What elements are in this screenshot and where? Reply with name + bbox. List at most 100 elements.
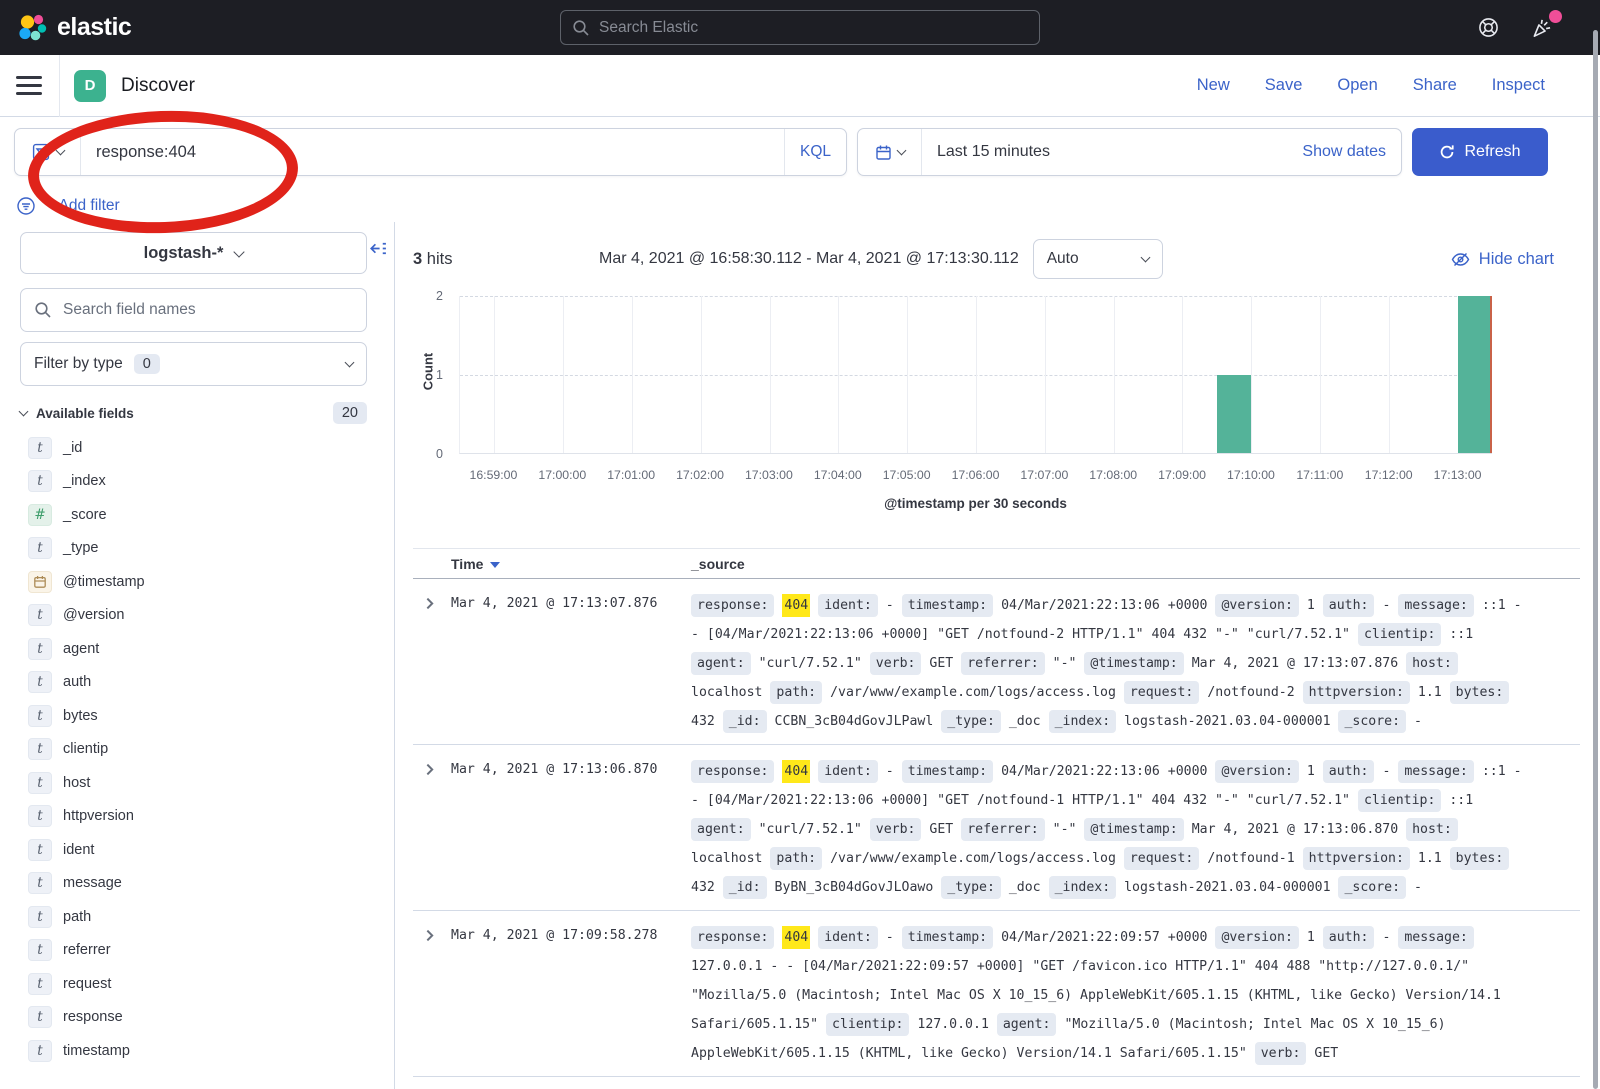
field-chip: _score:: [1338, 876, 1406, 899]
collapse-sidebar-icon[interactable]: [367, 238, 388, 264]
fields-sidebar: logstash-* Search field names Filter by …: [0, 222, 395, 1089]
field-value: -: [1382, 598, 1390, 613]
field-chip: request:: [1124, 681, 1200, 704]
field-name: httpversion: [63, 808, 134, 824]
field-search-input[interactable]: Search field names: [20, 288, 367, 332]
field-chip: response:: [691, 760, 774, 783]
hide-chart-link[interactable]: Hide chart: [1451, 250, 1554, 269]
calendar-field-icon: [28, 571, 52, 593]
field-item-host[interactable]: thost: [20, 766, 366, 800]
chart-bar[interactable]: [1217, 375, 1251, 454]
app-badge[interactable]: D: [74, 70, 106, 102]
elastic-logo[interactable]: elastic: [18, 13, 131, 43]
query-input[interactable]: response:404: [81, 129, 784, 175]
global-header: elastic Search Elastic: [0, 0, 1600, 55]
field-value: 04/Mar/2021:22:13:06 +0000: [1001, 764, 1207, 779]
nav-action-save[interactable]: Save: [1265, 76, 1303, 95]
field-chip: auth:: [1323, 926, 1375, 949]
eye-slash-icon: [1451, 250, 1470, 269]
v-gridline: [632, 296, 633, 453]
field-name: referrer: [63, 942, 111, 958]
field-item-message[interactable]: tmessage: [20, 867, 366, 901]
nav-action-open[interactable]: Open: [1337, 76, 1377, 95]
nav-action-new[interactable]: New: [1197, 76, 1230, 95]
field-name: bytes: [63, 708, 98, 724]
field-item-@timestamp[interactable]: @timestamp: [20, 565, 366, 599]
page-title: Discover: [121, 75, 195, 97]
expand-row-icon[interactable]: [413, 591, 451, 615]
field-item-@version[interactable]: t@version: [20, 599, 366, 633]
table-row: Mar 4, 2021 @ 17:13:07.876response: 404 …: [413, 579, 1580, 745]
interval-select[interactable]: Auto: [1033, 239, 1163, 279]
field-item-bytes[interactable]: tbytes: [20, 699, 366, 733]
field-item-path[interactable]: tpath: [20, 900, 366, 934]
text-field-icon: t: [28, 437, 52, 459]
filter-icon[interactable]: [16, 196, 36, 216]
refresh-button[interactable]: Refresh: [1412, 128, 1548, 176]
help-icon[interactable]: [1477, 16, 1500, 39]
available-fields-count: 20: [333, 402, 367, 424]
field-item-referrer[interactable]: treferrer: [20, 934, 366, 968]
expand-row-icon[interactable]: [413, 757, 451, 781]
field-value: 1: [1307, 598, 1315, 613]
field-item-_type[interactable]: t_type: [20, 532, 366, 566]
v-gridline: [976, 296, 977, 453]
search-icon: [572, 19, 590, 37]
field-chip: timestamp:: [902, 760, 993, 783]
field-value: "curl/7.52.1": [759, 656, 862, 671]
field-chip: timestamp:: [902, 594, 993, 617]
filter-bar: + Add filter: [0, 176, 1600, 220]
v-gridline: [770, 296, 771, 453]
date-picker-quick-menu[interactable]: [858, 129, 922, 175]
field-item-ident[interactable]: tident: [20, 833, 366, 867]
field-item-_id[interactable]: t _id: [20, 431, 366, 465]
add-filter-link[interactable]: + Add filter: [46, 197, 120, 215]
query-language-button[interactable]: KQL: [784, 129, 846, 175]
sort-desc-icon: [490, 562, 500, 568]
time-column-header[interactable]: Time: [451, 556, 691, 572]
field-value: 127.0.0.1: [917, 1017, 988, 1032]
filter-by-type-select[interactable]: Filter by type 0: [20, 342, 367, 386]
field-chip: agent:: [691, 652, 751, 675]
expand-row-icon[interactable]: [413, 923, 451, 947]
index-pattern-select[interactable]: logstash-*: [20, 232, 367, 274]
field-item-agent[interactable]: tagent: [20, 632, 366, 666]
row-timestamp: Mar 4, 2021 @ 17:13:07.876: [451, 591, 691, 611]
field-item-response[interactable]: tresponse: [20, 1001, 366, 1035]
global-search-placeholder: Search Elastic: [599, 19, 698, 37]
menu-icon[interactable]: [16, 76, 42, 95]
field-name: _id: [63, 440, 82, 456]
field-value: ::1: [1449, 793, 1473, 808]
field-value: GET: [929, 656, 953, 671]
show-dates-link[interactable]: Show dates: [1302, 143, 1386, 161]
field-item-httpversion[interactable]: thttpversion: [20, 800, 366, 834]
nav-action-share[interactable]: Share: [1413, 76, 1457, 95]
field-value: "curl/7.52.1": [759, 822, 862, 837]
field-name: response: [63, 1009, 123, 1025]
time-range-value[interactable]: Last 15 minutes: [937, 143, 1050, 161]
newsfeed-icon[interactable]: [1530, 16, 1554, 40]
field-value: -: [886, 598, 894, 613]
chart-bar[interactable]: [1458, 296, 1492, 453]
field-chip: @timestamp:: [1084, 818, 1183, 841]
field-value: logstash-2021.03.04-000001: [1124, 880, 1330, 895]
field-item-timestamp[interactable]: ttimestamp: [20, 1034, 366, 1068]
field-chip: @version:: [1215, 760, 1298, 783]
field-item-auth[interactable]: tauth: [20, 666, 366, 700]
available-fields-header[interactable]: Available fields 20: [20, 402, 367, 424]
saved-query-menu-button[interactable]: [15, 129, 81, 175]
field-item-_index[interactable]: t_index: [20, 465, 366, 499]
scrollbar-thumb[interactable]: [1593, 30, 1598, 1089]
global-search-input[interactable]: Search Elastic: [560, 10, 1040, 45]
field-item-clientip[interactable]: tclientip: [20, 733, 366, 767]
field-value: "-": [1053, 822, 1077, 837]
field-search-placeholder: Search field names: [63, 301, 196, 319]
documents-table: Time _source Mar 4, 2021 @ 17:13:07.876r…: [413, 548, 1580, 1077]
nav-actions: New Save Open Share Inspect: [1197, 76, 1600, 95]
field-item-request[interactable]: trequest: [20, 967, 366, 1001]
chevron-down-icon: [1140, 253, 1150, 263]
field-item-_score[interactable]: #_score: [20, 498, 366, 532]
x-tick-label: 17:12:00: [1365, 468, 1413, 482]
nav-action-inspect[interactable]: Inspect: [1492, 76, 1545, 95]
highlighted-value: 404: [782, 594, 810, 617]
